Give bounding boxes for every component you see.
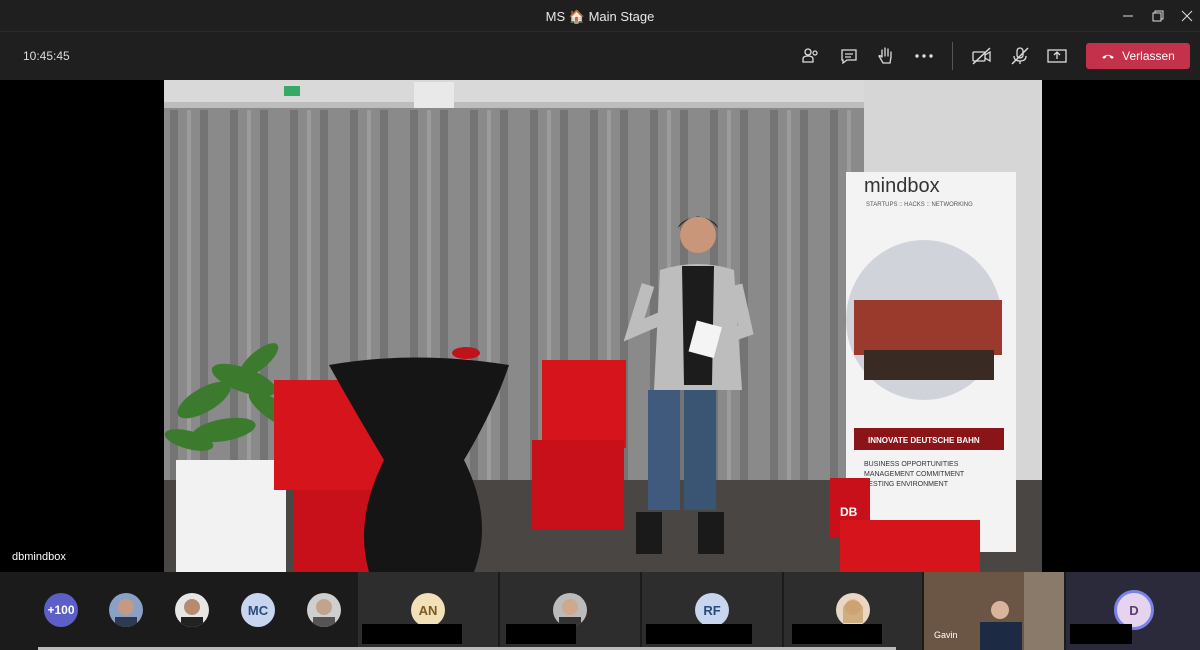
toolbar-separator [952, 42, 953, 70]
meeting-clock: 10:45:45 [23, 49, 70, 63]
redacted-name [792, 624, 882, 644]
avatar[interactable] [109, 593, 143, 627]
overflow-count-avatar[interactable]: +100 [44, 593, 78, 627]
avatar [553, 593, 587, 627]
participant-video-tile[interactable]: Gavin [924, 572, 1064, 650]
avatar-initials: AN [411, 593, 445, 627]
avatar-initials: RF [695, 593, 729, 627]
banner-line-3: TESTING ENVIRONMENT [864, 481, 949, 488]
redacted-name [646, 624, 752, 644]
avatar [836, 593, 870, 627]
banner-tagline: STARTUPS :: HACKS :: NETWORKING [866, 202, 973, 208]
close-icon[interactable] [1177, 6, 1197, 26]
mic-off-icon[interactable] [1008, 44, 1032, 68]
participant-gallery: +100 MC AN RF Gavin D [0, 572, 1200, 650]
banner-line-1: BUSINESS OPPORTUNITIES [864, 461, 959, 468]
speaker-video: mindbox STARTUPS :: HACKS :: NETWORKING … [164, 80, 1042, 572]
camera-off-icon[interactable] [970, 44, 994, 68]
participant-tile[interactable] [500, 572, 640, 650]
banner-line-2: MANAGEMENT COMMITMENT [864, 471, 965, 478]
leave-button[interactable]: Verlassen [1086, 43, 1190, 69]
redacted-name [506, 624, 576, 644]
avatar[interactable] [307, 593, 341, 627]
speaker-name: dbmindbox [12, 551, 66, 563]
minimize-icon[interactable] [1118, 6, 1138, 26]
self-tile[interactable]: D [1066, 572, 1200, 650]
avatar[interactable] [175, 593, 209, 627]
share-icon[interactable] [1045, 44, 1069, 68]
participant-tile[interactable]: RF [642, 572, 782, 650]
banner-ribbon: INNOVATE DEUTSCHE BAHN [868, 436, 980, 445]
maximize-icon[interactable] [1148, 6, 1168, 26]
banner-db-logo: DB [840, 505, 858, 519]
main-stage: mindbox STARTUPS :: HACKS :: NETWORKING … [0, 80, 1200, 572]
redacted-name [1070, 624, 1132, 644]
participant-tile[interactable] [784, 572, 922, 650]
chat-icon[interactable] [837, 44, 861, 68]
banner-brand: mindbox [864, 175, 940, 197]
more-icon[interactable] [912, 44, 936, 68]
phone-hangup-icon [1102, 54, 1114, 59]
title-bar: MS 🏠 Main Stage [0, 0, 1200, 32]
window-title: MS 🏠 Main Stage [545, 9, 655, 24]
raise-hand-icon[interactable] [874, 44, 898, 68]
avatar-initials[interactable]: MC [241, 593, 275, 627]
participant-video-name: Gavin [934, 630, 958, 640]
redacted-name [362, 624, 462, 644]
leave-label: Verlassen [1122, 49, 1175, 63]
participants-icon[interactable] [798, 44, 822, 68]
participant-tile[interactable]: AN [358, 572, 498, 650]
meeting-toolbar: 10:45:45 Verlassen [0, 32, 1200, 80]
